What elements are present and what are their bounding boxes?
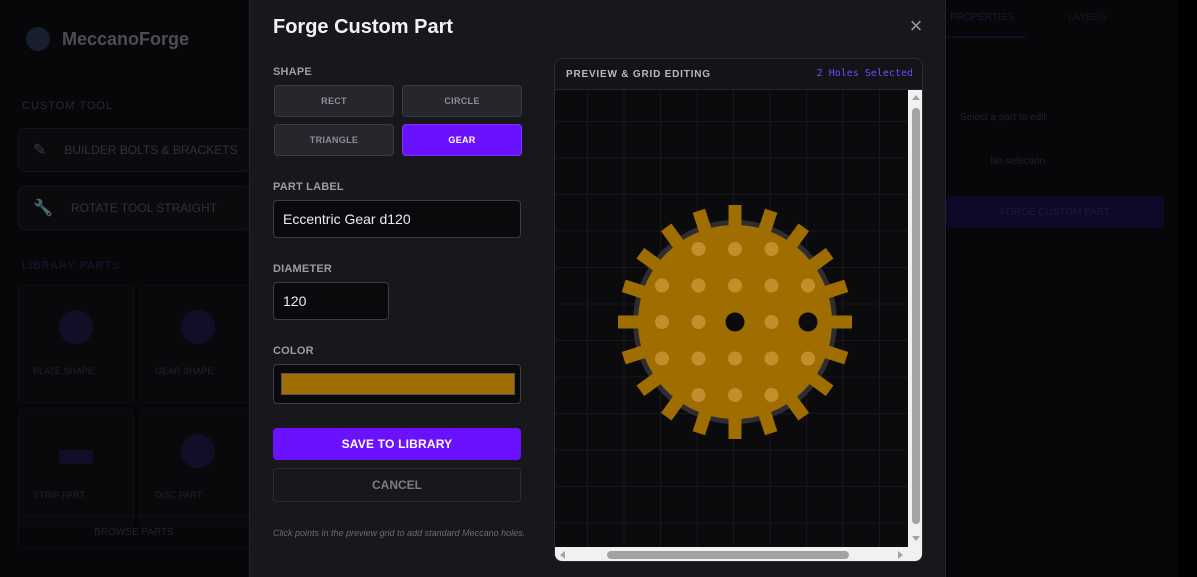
scroll-up-icon[interactable] <box>912 95 920 100</box>
preview-panel: PREVIEW & GRID EDITING 2 Holes Selected <box>554 58 923 562</box>
cancel-button[interactable]: CANCEL <box>273 468 521 502</box>
grid-hole[interactable] <box>764 315 779 329</box>
preview-title: PREVIEW & GRID EDITING <box>566 69 711 80</box>
modal-title: Forge Custom Part <box>273 16 454 38</box>
grid-hole[interactable] <box>728 351 742 366</box>
grid-hole[interactable] <box>801 278 815 293</box>
grid-hole[interactable] <box>655 315 669 329</box>
shape-triangle-button[interactable]: TRIANGLE <box>274 124 394 156</box>
grid-hole[interactable] <box>764 242 779 256</box>
grid-hole[interactable] <box>691 351 706 366</box>
grid-hole[interactable] <box>728 242 742 256</box>
grid-hole[interactable] <box>764 351 779 366</box>
grid-hole[interactable] <box>764 278 779 293</box>
horizontal-scrollbar[interactable] <box>555 547 908 561</box>
diameter-label: DIAMETER <box>273 263 333 275</box>
holes-selected-status: 2 Holes Selected <box>816 68 913 79</box>
scrollbar-corner <box>908 547 922 561</box>
shape-label: SHAPE <box>273 66 312 78</box>
color-picker[interactable] <box>273 364 521 404</box>
part-label-label: PART LABEL <box>273 181 344 193</box>
grid-hole[interactable] <box>691 242 706 256</box>
selected-hole[interactable] <box>798 312 818 332</box>
selected-hole[interactable] <box>725 312 745 332</box>
grid-hole[interactable] <box>691 315 706 329</box>
scroll-right-icon[interactable] <box>898 551 903 559</box>
scroll-down-icon[interactable] <box>912 536 920 541</box>
grid-hole[interactable] <box>691 278 706 293</box>
preview-header: PREVIEW & GRID EDITING 2 Holes Selected <box>555 59 922 90</box>
color-swatch <box>281 373 515 395</box>
save-to-library-button[interactable]: SAVE TO LIBRARY <box>273 428 521 460</box>
grid-hole[interactable] <box>764 388 779 402</box>
scroll-left-icon[interactable] <box>560 551 565 559</box>
grid-hole[interactable] <box>655 351 669 366</box>
grid-hole[interactable] <box>728 388 742 402</box>
shape-circle-button[interactable]: CIRCLE <box>402 85 522 117</box>
app-root: MeccanoForge CUSTOM TOOL ✎ BUILDER BOLTS… <box>0 0 1197 577</box>
vertical-scroll-thumb[interactable] <box>912 108 920 524</box>
forge-custom-part-modal: Forge Custom Part × SHAPE RECT CIRCLE TR… <box>249 0 946 577</box>
shape-rect-button[interactable]: RECT <box>274 85 394 117</box>
close-button[interactable]: × <box>906 15 926 37</box>
shape-gear-button[interactable]: GEAR <box>402 124 522 156</box>
vertical-scrollbar[interactable] <box>908 90 922 547</box>
hint-text: Click points in the preview grid to add … <box>273 528 526 538</box>
grid-hole[interactable] <box>728 278 742 293</box>
grid-hole[interactable] <box>691 388 706 402</box>
preview-grid-canvas[interactable] <box>555 90 908 547</box>
grid-hole[interactable] <box>801 351 815 366</box>
horizontal-scroll-thumb[interactable] <box>607 551 849 559</box>
diameter-input[interactable]: 120 <box>273 282 389 320</box>
part-label-input[interactable]: Eccentric Gear d120 <box>273 200 521 238</box>
color-label: COLOR <box>273 345 314 357</box>
gear-preview[interactable] <box>555 90 908 547</box>
grid-hole[interactable] <box>655 278 669 293</box>
